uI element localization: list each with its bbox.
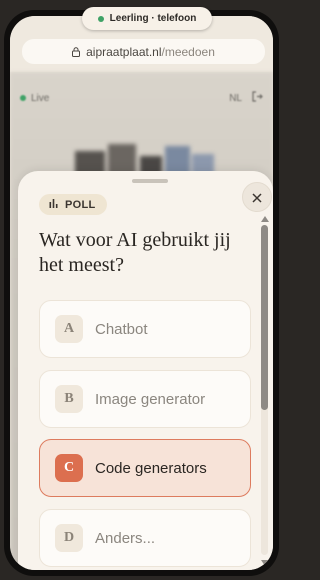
option-letter: D [55,524,83,552]
bar-chart-icon [49,198,58,211]
badge-label: POLL [65,198,96,211]
poll-option-a[interactable]: A Chatbot [39,300,251,358]
option-letter: B [55,385,83,413]
close-button[interactable] [242,182,272,212]
poll-sheet: POLL Wat voor AI gebruikt jij het meest?… [18,171,273,570]
device-label-pill: Leerling · telefoon [82,7,212,30]
url-domain: aipraatplaat.nl [86,44,162,59]
lock-icon [72,46,81,57]
poll-option-d[interactable]: D Anders... [39,509,251,567]
option-letter: C [55,454,83,482]
language-selector: NL [229,92,242,104]
scroll-down-arrow-icon[interactable] [260,559,269,567]
poll-question: Wat voor AI gebruikt jij het meest? [39,229,231,276]
scroll-up-arrow-icon[interactable] [260,215,269,223]
scroll-thumb[interactable] [261,225,268,410]
url-bar[interactable]: aipraatplaat.nl/meedoen [22,39,265,64]
live-indicator: Live [20,93,49,104]
background-header: Live NL [20,88,263,108]
scrollbar[interactable] [260,215,269,567]
option-label: Anders... [95,529,156,547]
option-label: Image generator [95,390,206,408]
device-label: Leerling · telefoon [109,13,197,24]
option-letter: A [55,315,83,343]
url-path: /meedoen [161,44,215,59]
poll-option-b[interactable]: B Image generator [39,370,251,428]
option-label: Chatbot [95,320,148,338]
poll-option-c[interactable]: C Code generators [39,439,251,497]
phone-frame: aipraatplaat.nl/meedoen Live NL POLL Wat… [4,10,279,576]
close-icon [252,188,262,207]
option-label: Code generators [95,459,207,477]
status-dot [97,15,104,22]
exit-icon [252,91,263,105]
live-dot [20,95,26,101]
phone-screen: aipraatplaat.nl/meedoen Live NL POLL Wat… [10,16,273,570]
poll-badge: POLL [39,194,107,215]
live-label: Live [31,92,50,104]
sheet-grabber[interactable] [132,179,168,183]
